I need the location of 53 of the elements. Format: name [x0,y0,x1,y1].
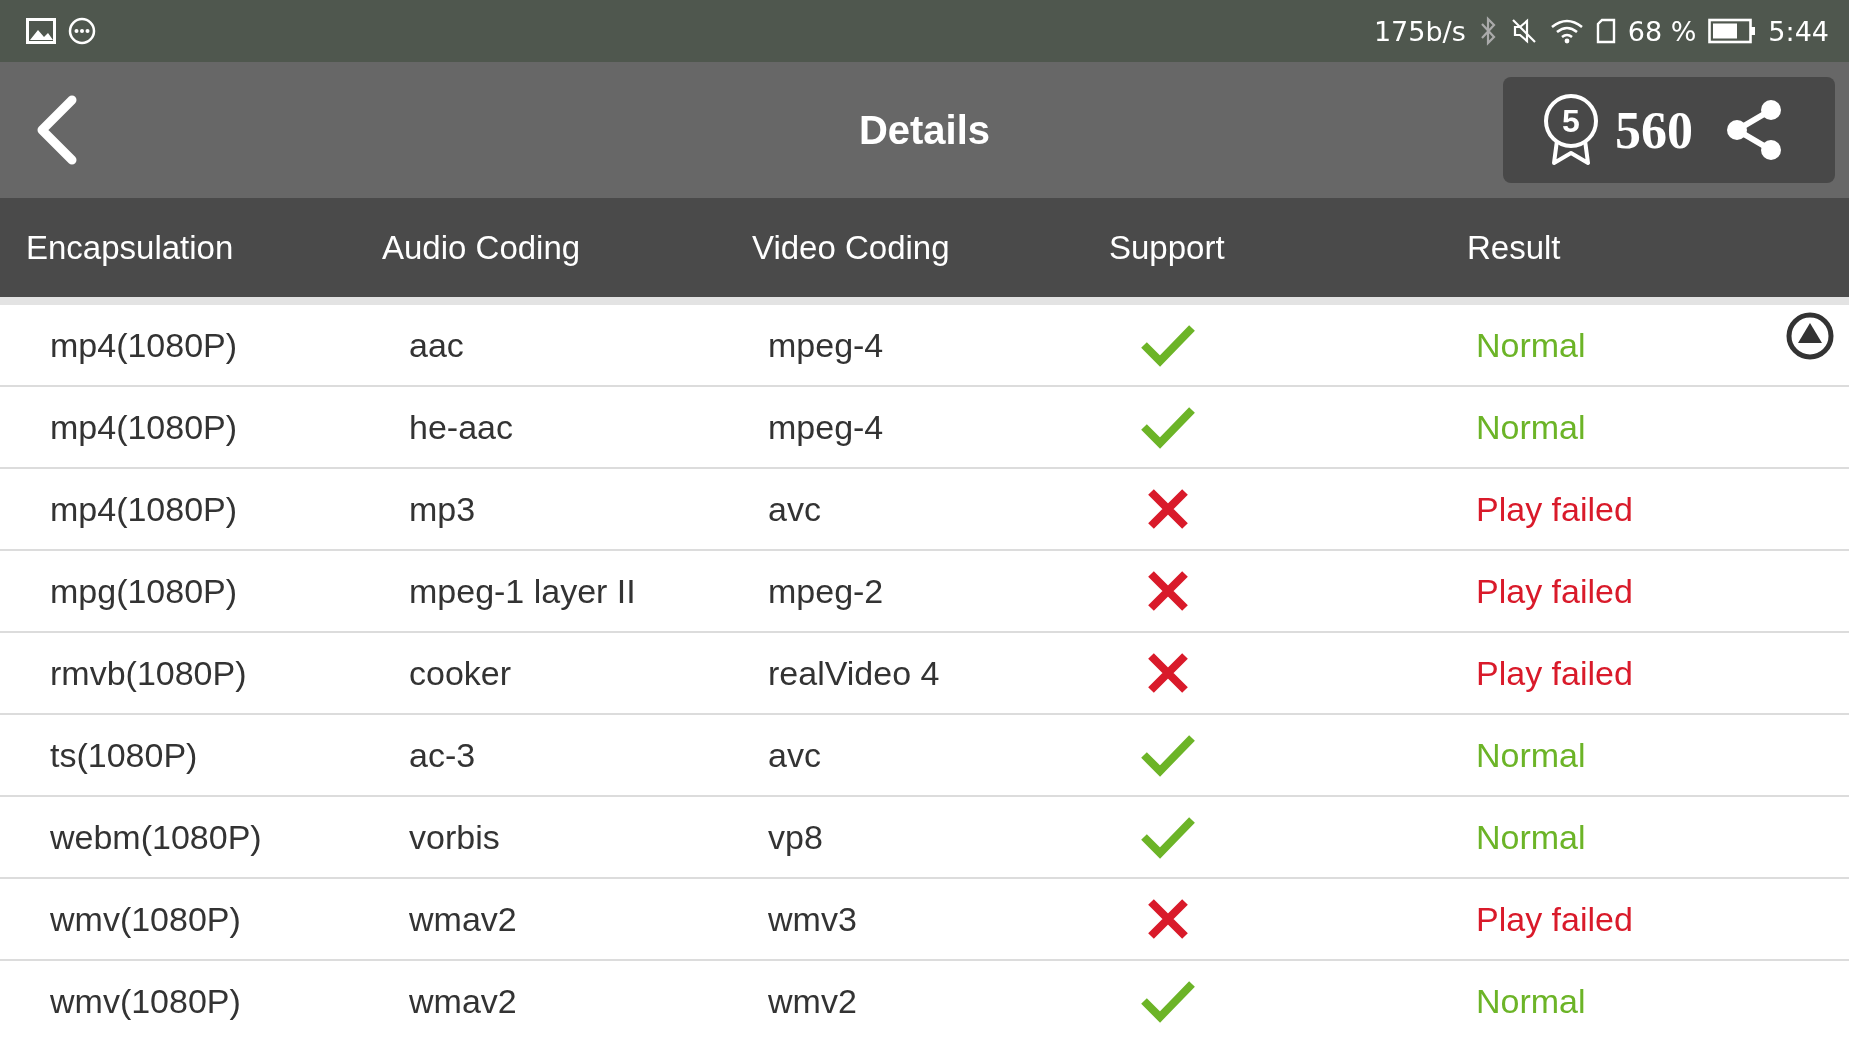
table-cell-text: realVideo 4 [767,653,941,693]
result-text: Normal [1475,735,1586,775]
table-cell-text: vp8 [767,817,824,857]
table-cell-text: cooker [408,653,513,693]
table-cell-text: wmv2 [767,981,858,1021]
result-text: Normal [1475,981,1586,1021]
table-cell-text: mp4(1080P) [49,489,239,529]
wifi-icon [1549,18,1584,44]
image-icon [26,18,56,44]
network-speed: 175b/s [1373,15,1466,47]
table-cell-text: avc [767,489,822,529]
result-text: Normal [1475,817,1586,857]
table-cell-text: vorbis [408,817,501,857]
battery-percent: 68 % [1627,15,1697,47]
chat-icon [68,17,96,45]
table-cell-text: aac [408,325,465,365]
table-cell-text: rmvb(1080P) [49,653,248,693]
battery-icon [1708,18,1757,44]
sim-card-icon [1595,18,1616,44]
column-header: Video Coding [751,228,951,267]
column-header: Result [1466,228,1561,267]
table-cell-text: he-aac [408,407,514,447]
table-cell-text: mp4(1080P) [49,407,239,447]
table-cell-text: mpeg-4 [767,325,885,365]
page-title: Details [858,107,991,153]
table-cell-text: avc [767,735,822,775]
table-cell-text: wmav2 [408,899,518,939]
points-count: 560 [1615,100,1693,160]
table-cell-text: mpeg-1 layer II [408,571,637,611]
table-cell-text: mpeg-4 [767,407,885,447]
table-cell-text: mp3 [408,489,477,529]
table-cell-text: mpg(1080P) [49,571,239,611]
clock: 5:44 [1768,15,1829,47]
scroll-up-icon[interactable] [1785,311,1835,361]
result-text: Play failed [1475,899,1633,939]
column-header: Audio Coding [381,228,582,267]
column-header: Encapsulation [25,228,235,267]
table-cell-text: ac-3 [408,735,477,775]
result-text: Play failed [1475,489,1633,529]
table-cell-text: mp4(1080P) [49,325,239,365]
table-cell-text: wmav2 [408,981,518,1021]
result-text: Normal [1475,407,1586,447]
table-cell-text: wmv(1080P) [49,899,242,939]
result-text: Play failed [1475,653,1633,693]
table-cell-text: wmv3 [767,899,858,939]
column-header: Support [1108,228,1226,267]
table-cell-text: webm(1080P) [49,817,263,857]
table-cell-text: ts(1080P) [49,735,199,775]
result-text: Normal [1475,325,1586,365]
table-cell-text: mpeg-2 [767,571,885,611]
muted-speaker-icon [1509,17,1538,45]
table-cell-text: wmv(1080P) [49,981,242,1021]
result-text: Play failed [1475,571,1633,611]
